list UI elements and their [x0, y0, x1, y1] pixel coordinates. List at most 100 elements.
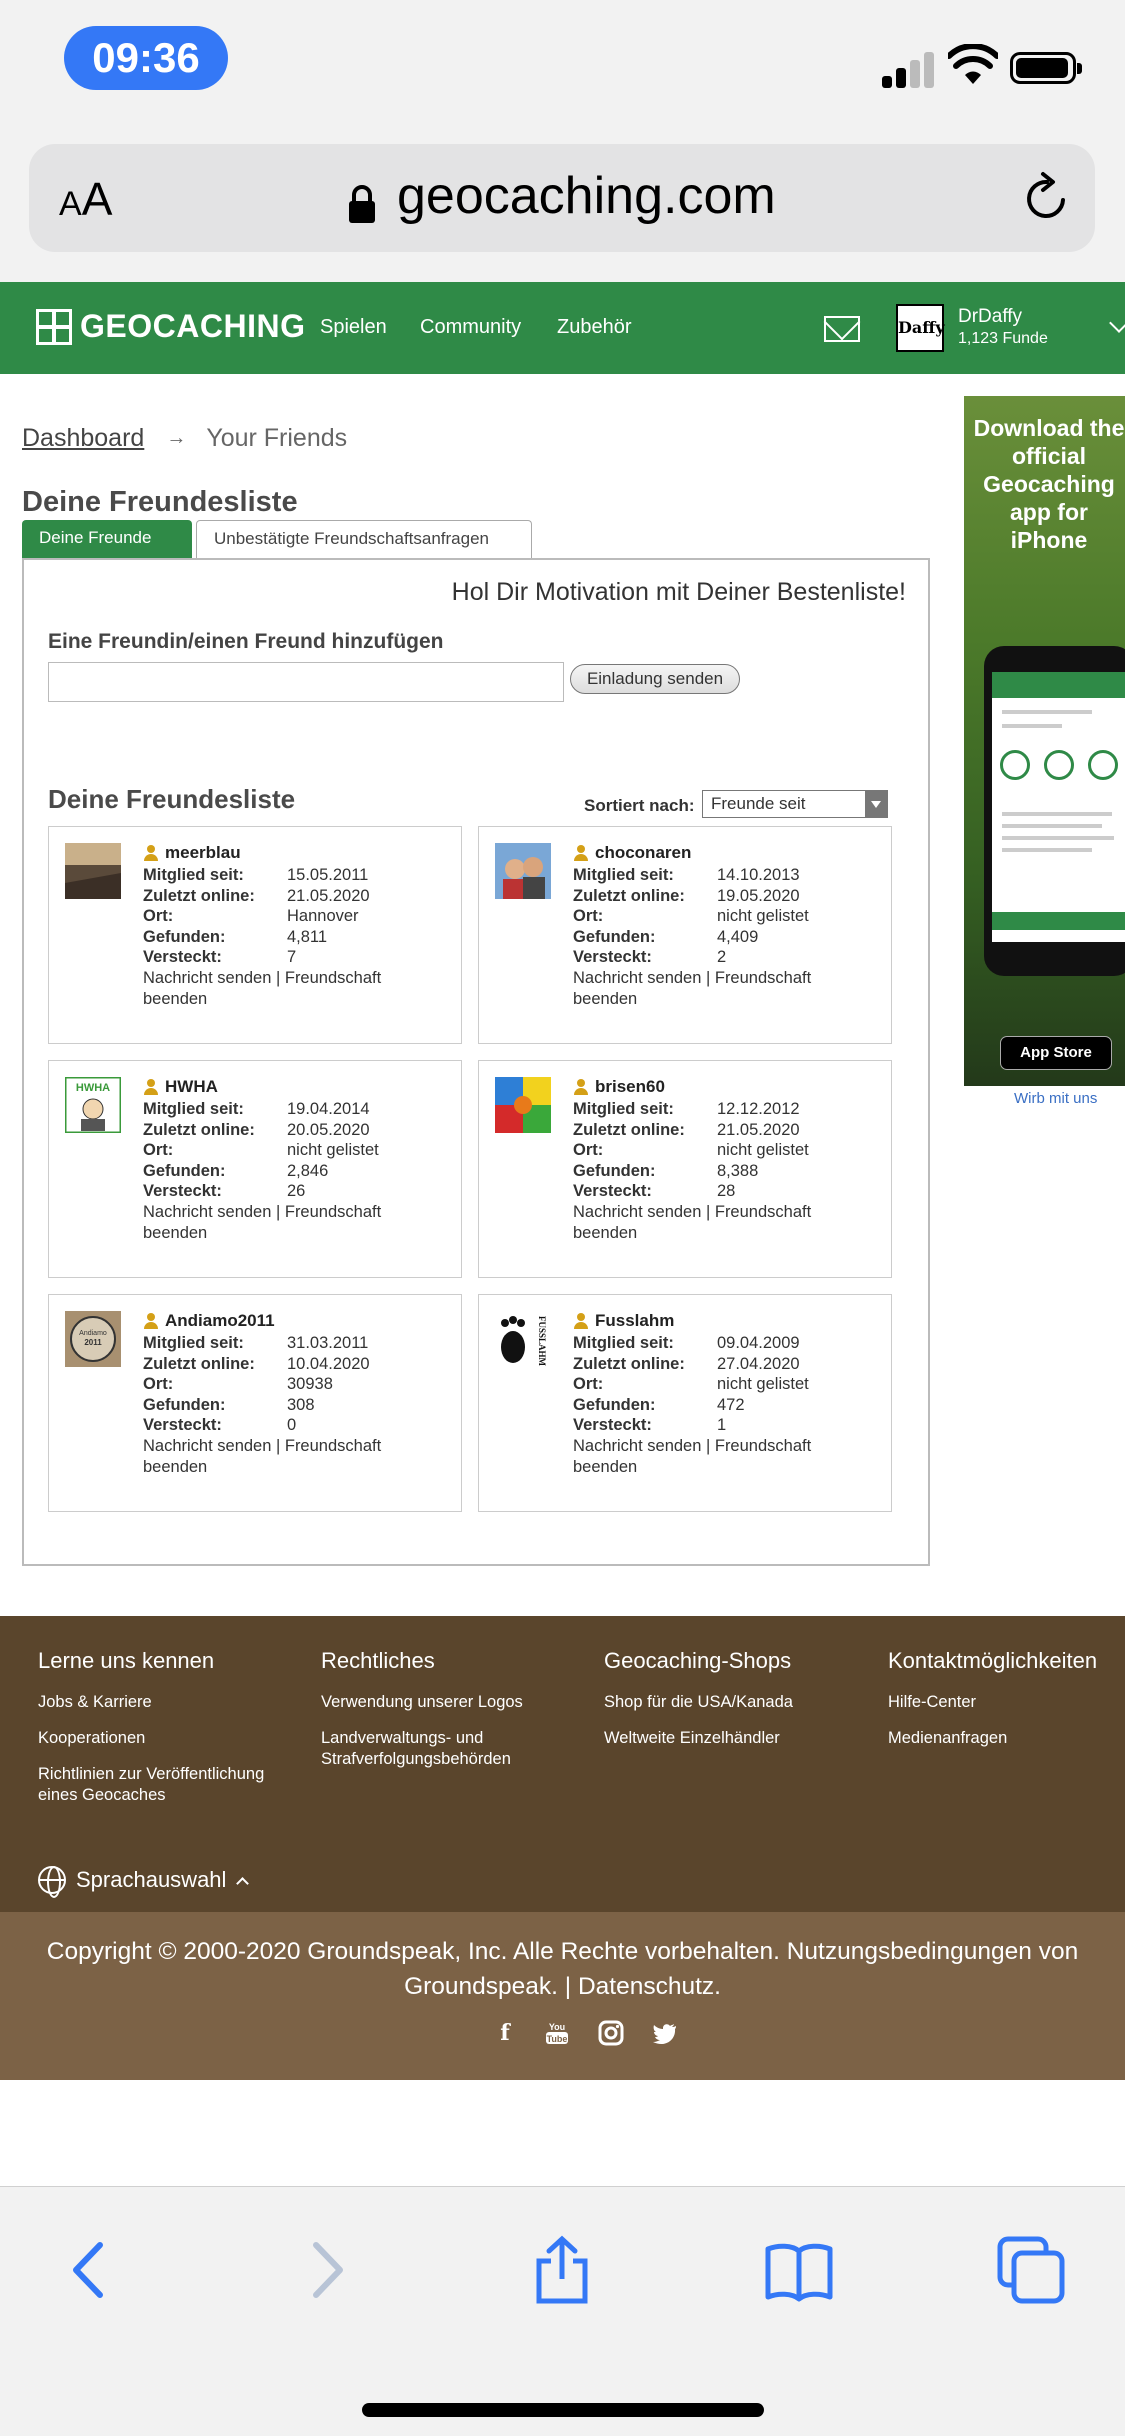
friend-avatar[interactable] — [495, 843, 551, 899]
friend-actions[interactable]: Nachricht senden | Freundschaft beenden — [573, 1436, 873, 1477]
advertise-link[interactable]: Wirb mit uns — [1014, 1090, 1097, 1107]
twitter-icon[interactable] — [652, 2020, 678, 2046]
youtube-icon[interactable]: You Tube — [544, 2020, 570, 2046]
breadcrumb-dashboard-link[interactable]: Dashboard — [22, 424, 144, 453]
url-text[interactable]: geocaching.com — [397, 166, 776, 226]
detail-label: Mitglied seit: — [143, 866, 244, 884]
footer-link[interactable]: Shop für die USA/Kanada — [604, 1692, 874, 1713]
reload-icon[interactable] — [1019, 170, 1075, 226]
address-bar[interactable]: AA geocaching.com — [29, 144, 1095, 252]
friend-actions-line[interactable]: Nachricht senden | Freundschaft — [573, 1202, 873, 1223]
detail-label: Zuletzt online: — [143, 886, 255, 905]
friend-detail-row: Zuletzt online: 21.05.2020 — [573, 1120, 873, 1141]
footer-link[interactable]: Medienanfragen — [888, 1728, 1125, 1749]
friend-actions[interactable]: Nachricht senden | Freundschaft beenden — [143, 1202, 443, 1243]
friend-detail-row: Versteckt: 0 — [143, 1415, 443, 1436]
friend-actions-line[interactable]: beenden — [573, 1457, 873, 1478]
friend-detail-row: Versteckt: 26 — [143, 1181, 443, 1202]
footer-link[interactable]: Landverwaltungs- und Strafverfolgungsbeh… — [321, 1728, 551, 1770]
breadcrumb-current: Your Friends — [206, 424, 348, 452]
ad-headline: Download the official Geocaching app for… — [973, 415, 1125, 553]
friend-actions[interactable]: Nachricht senden | Freundschaft beenden — [573, 968, 873, 1009]
footer-link[interactable]: Hilfe-Center — [888, 1692, 1125, 1713]
friend-actions-line[interactable]: Nachricht senden | Freundschaft — [143, 1202, 443, 1223]
footer-col-contact: Kontaktmöglichkeiten Hilfe-Center Medien… — [888, 1648, 1125, 1764]
friend-avatar[interactable] — [495, 1077, 551, 1133]
geocaching-logo[interactable]: GEOCACHING — [36, 308, 305, 345]
footer-col-legal: Rechtliches Verwendung unserer Logos Lan… — [321, 1648, 591, 1785]
friend-name[interactable]: choconaren — [595, 843, 691, 863]
chevron-down-icon[interactable] — [1109, 313, 1125, 333]
sort-select[interactable]: Freunde seit — [702, 790, 888, 818]
detail-label: Zuletzt online: — [143, 1354, 255, 1373]
footer-link[interactable]: Richtlinien zur Veröffentlichung eines G… — [38, 1764, 288, 1806]
friend-avatar[interactable]: FUSSLAHM — [495, 1311, 551, 1367]
add-friend-input[interactable] — [48, 662, 564, 702]
facebook-icon[interactable]: f — [492, 2020, 518, 2046]
friend-name[interactable]: brisen60 — [595, 1077, 665, 1097]
footer-link[interactable]: Weltweite Einzelhändler — [604, 1728, 874, 1749]
friend-avatar[interactable] — [65, 843, 121, 899]
friend-detail-row: Versteckt: 7 — [143, 947, 443, 968]
friend-name[interactable]: Fusslahm — [595, 1311, 674, 1331]
detail-label: Mitglied seit: — [143, 1100, 244, 1118]
friend-actions[interactable]: Nachricht senden | Freundschaft beenden — [573, 1202, 873, 1243]
detail-value: 472 — [717, 1395, 745, 1414]
friend-detail-row: Zuletzt online: 27.04.2020 — [573, 1354, 873, 1375]
tab-pending-requests[interactable]: Unbestätigte Freundschaftsanfragen (0) — [196, 520, 532, 584]
friend-actions-line[interactable]: Nachricht senden | Freundschaft — [143, 968, 443, 989]
friend-actions-line[interactable]: Nachricht senden | Freundschaft — [143, 1436, 443, 1457]
friend-actions-line[interactable]: Nachricht senden | Freundschaft — [573, 1436, 873, 1457]
person-icon — [573, 1313, 589, 1329]
friend-avatar[interactable]: Andiamo 2011 — [65, 1311, 121, 1367]
friend-actions-line[interactable]: beenden — [573, 1223, 873, 1244]
forward-icon[interactable] — [290, 2235, 360, 2305]
footer-link[interactable]: Verwendung unserer Logos — [321, 1692, 591, 1713]
friend-actions-line[interactable]: beenden — [573, 989, 873, 1010]
text-size-button[interactable]: AA — [59, 172, 112, 226]
friend-name[interactable]: meerblau — [165, 843, 241, 863]
tab-friends[interactable]: Deine Freunde (6) — [22, 520, 192, 583]
user-name[interactable]: DrDaffy — [958, 306, 1022, 328]
detail-value: 4,811 — [287, 927, 328, 946]
footer-link[interactable]: Kooperationen — [38, 1728, 308, 1749]
instagram-icon[interactable] — [598, 2020, 624, 2046]
friend-name[interactable]: Andiamo2011 — [165, 1311, 275, 1331]
friend-actions[interactable]: Nachricht senden | Freundschaft beenden — [143, 968, 443, 1009]
tabs-icon[interactable] — [996, 2235, 1066, 2305]
language-selector[interactable]: Sprachauswahl — [38, 1866, 250, 1898]
friend-actions[interactable]: Nachricht senden | Freundschaft beenden — [143, 1436, 443, 1477]
share-icon[interactable] — [527, 2235, 597, 2305]
friend-detail-row: Ort: Hannover — [143, 906, 443, 927]
friend-detail-row: Ort: nicht gelistet — [573, 1374, 873, 1395]
friend-detail-row: Ort: nicht gelistet — [573, 1140, 873, 1161]
detail-value: 20.05.2020 — [287, 1120, 370, 1139]
friend-actions-line[interactable]: Nachricht senden | Freundschaft — [573, 968, 873, 989]
friend-detail-row: Gefunden: 4,409 — [573, 927, 873, 948]
friend-detail-row: Gefunden: 4,811 — [143, 927, 443, 948]
leaderboard-link[interactable]: Hol Dir Motivation mit Deiner Bestenlist… — [452, 578, 906, 607]
friend-avatar[interactable]: HWHA — [63, 1075, 123, 1135]
friend-card: choconaren Mitglied seit: 14.10.2013 Zuletz… — [478, 826, 892, 1044]
send-invite-button[interactable]: Einladung senden — [570, 664, 740, 694]
app-store-badge[interactable]: App Store — [1000, 1036, 1112, 1070]
mail-icon[interactable] — [824, 316, 860, 342]
nav-community[interactable]: Community — [420, 316, 521, 339]
friend-actions-line[interactable]: beenden — [143, 989, 443, 1010]
back-icon[interactable] — [56, 2235, 126, 2305]
friend-detail-row: Versteckt: 28 — [573, 1181, 873, 1202]
friend-actions-line[interactable]: beenden — [143, 1223, 443, 1244]
detail-label: Versteckt: — [573, 1182, 652, 1201]
app-advertisement[interactable]: Download the official Geocaching app for… — [964, 396, 1125, 1086]
detail-value: 26 — [287, 1182, 306, 1201]
friend-actions-line[interactable]: beenden — [143, 1457, 443, 1478]
detail-label: Versteckt: — [573, 1416, 652, 1435]
friend-name[interactable]: HWHA — [165, 1077, 218, 1097]
bookmarks-icon[interactable] — [764, 2235, 834, 2305]
detail-label: Zuletzt online: — [573, 886, 685, 905]
chevron-up-icon — [236, 1876, 250, 1890]
footer-link[interactable]: Jobs & Karriere — [38, 1692, 308, 1713]
user-avatar[interactable]: Daffy — [896, 304, 945, 352]
nav-spielen[interactable]: Spielen — [320, 316, 387, 339]
nav-zubehoer[interactable]: Zubehör — [557, 316, 632, 339]
